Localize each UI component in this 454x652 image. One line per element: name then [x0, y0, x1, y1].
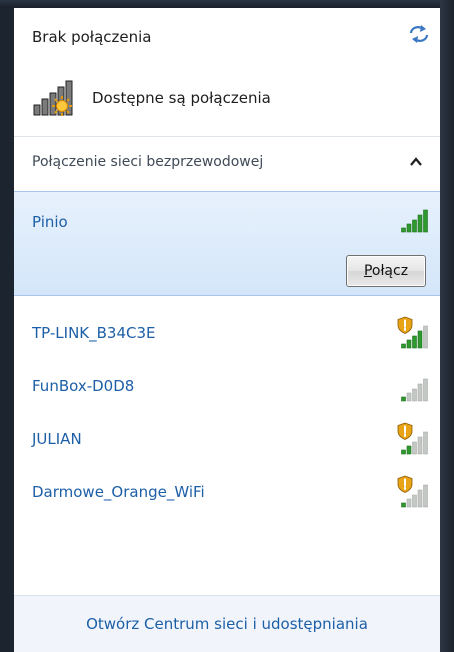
signal-bar: [423, 484, 428, 507]
signal-bar: [417, 436, 423, 454]
network-item[interactable]: TP-LINK_B34C3E: [14, 306, 440, 359]
signal-bar: [412, 494, 417, 507]
connection-status: Brak połączenia: [32, 28, 152, 46]
connect-button[interactable]: Połącz: [346, 255, 426, 287]
footer: Otwórz Centrum sieci i udostępniania: [14, 595, 440, 652]
signal-bar: [417, 383, 423, 401]
signal-bar: [417, 214, 423, 233]
secured-signal-icon: [397, 422, 428, 454]
signal-available-icon: [33, 80, 73, 116]
wireless-section-label: Połączenie sieci bezprzewodowej: [32, 154, 264, 170]
network-name: Darmowe_Orange_WiFi: [32, 482, 205, 501]
signal-bar: [412, 219, 417, 233]
signal-bar: [406, 223, 412, 233]
open-network-center-link[interactable]: Otwórz Centrum sieci i udostępniania: [86, 615, 368, 633]
signal-bar: [401, 396, 406, 401]
network-item[interactable]: JULIAN: [14, 412, 440, 465]
signal-bar: [412, 335, 417, 348]
signal-bar: [401, 343, 406, 348]
signal-bar: [423, 431, 428, 454]
divider: [14, 136, 440, 137]
signal-bar: [417, 489, 423, 507]
chevron-up-icon[interactable]: [410, 157, 422, 167]
network-item-selected[interactable]: Pinio Połącz: [14, 191, 440, 296]
window-frame-top: [0, 0, 454, 8]
signal-bar: [406, 445, 412, 454]
signal-bar: [423, 209, 428, 233]
available-connections-text: Dostępne są połączenia: [92, 89, 271, 107]
secured-signal-icon: [397, 316, 428, 348]
signal-strength: [396, 369, 430, 403]
signal-bar: [406, 498, 412, 507]
network-item[interactable]: Darmowe_Orange_WiFi: [14, 465, 440, 518]
network-name: JULIAN: [32, 429, 82, 448]
signal-strength-icon: [401, 378, 428, 401]
network-flyout: Brak połączenia Dostępne są połączenia P…: [14, 8, 440, 652]
network-name: FunBox-D0D8: [32, 376, 135, 395]
signal-bar: [412, 441, 417, 454]
signal-strength: [396, 475, 430, 509]
signal-bar: [417, 330, 423, 348]
signal-bar: [406, 339, 412, 348]
network-name: TP-LINK_B34C3E: [32, 323, 156, 342]
signal-bar: [406, 392, 412, 401]
network-name: Pinio: [32, 213, 68, 231]
signal-bar: [412, 388, 417, 401]
window-frame-right: [440, 0, 454, 652]
signal-bar: [401, 227, 406, 233]
network-item[interactable]: FunBox-D0D8: [14, 359, 440, 412]
available-connections-row: Dostępne są połączenia: [32, 78, 271, 118]
secured-signal-icon: [397, 475, 428, 507]
refresh-icon[interactable]: [408, 24, 430, 44]
network-list: TP-LINK_B34C3E FunBox-D0D8 JULIAN Darmow…: [14, 306, 440, 518]
signal-bar: [401, 502, 406, 507]
shield-icon: [397, 422, 413, 440]
signal-bar: [401, 449, 406, 454]
wireless-section-header[interactable]: Połączenie sieci bezprzewodowej: [14, 138, 440, 186]
shield-icon: [397, 475, 413, 493]
signal-strength: [396, 422, 430, 456]
signal-strength: [396, 316, 430, 350]
signal-bar: [423, 378, 428, 401]
shield-icon: [397, 316, 413, 334]
signal-bar: [423, 325, 428, 348]
signal-strength-icon: [401, 209, 428, 233]
